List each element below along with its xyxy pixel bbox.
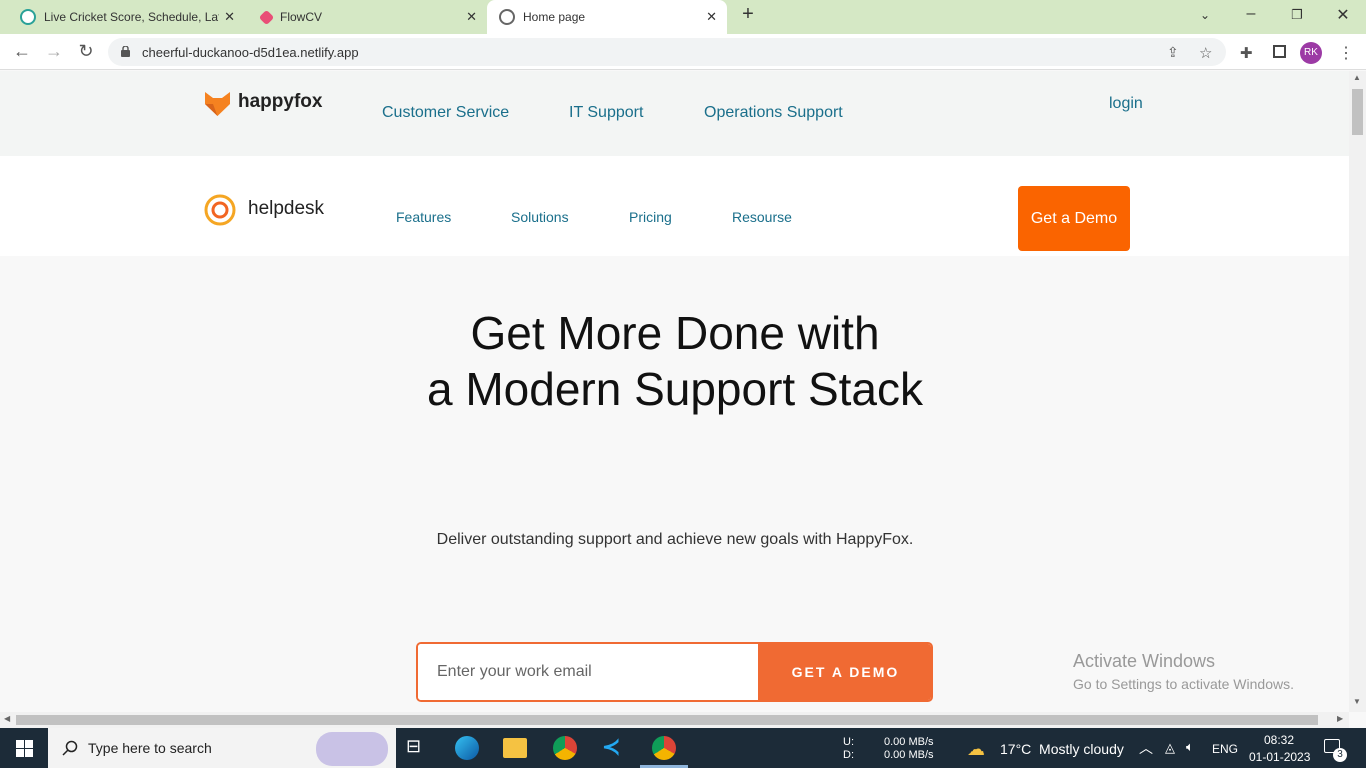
taskbar-search-box[interactable]: Type here to search (48, 728, 396, 768)
net-down-label: D: (843, 749, 854, 761)
get-a-demo-button[interactable]: Get a Demo (1018, 186, 1130, 251)
show-hidden-icons-chevron-icon[interactable]: ︿ (1139, 738, 1153, 758)
tab-cricket[interactable]: Live Cricket Score, Schedule, Late ✕ (0, 0, 245, 34)
extensions-puzzle-icon[interactable]: ✚ (1240, 44, 1253, 62)
notification-count-badge: 3 (1333, 748, 1347, 762)
restore-icon[interactable]: ❐ (1285, 7, 1309, 23)
happyfox-logo-icon (205, 92, 230, 116)
weather-text[interactable]: 17°C Mostly cloudy (1000, 741, 1124, 757)
close-tab-icon[interactable]: ✕ (706, 9, 717, 25)
get-a-demo-submit-button[interactable]: GET A DEMO (758, 644, 931, 700)
lock-icon (121, 46, 130, 57)
product-name[interactable]: helpdesk (248, 198, 324, 220)
volume-icon[interactable]: 🔈︎ (1186, 739, 1194, 755)
search-placeholder: Type here to search (88, 740, 212, 756)
hero-subtitle: Deliver outstanding support and achieve … (436, 531, 914, 548)
chrome-icon[interactable] (553, 736, 577, 760)
net-up-label: U: (843, 736, 854, 748)
work-email-input[interactable] (418, 644, 758, 700)
nav-solutions[interactable]: Solutions (511, 209, 569, 225)
tab-title: Live Cricket Score, Schedule, Late (44, 10, 219, 24)
tab-title: FlowCV (280, 10, 323, 24)
profile-avatar[interactable]: RK (1300, 42, 1322, 64)
flowcv-favicon-icon (258, 9, 275, 25)
bookmark-star-icon[interactable]: ☆ (1199, 44, 1212, 62)
chrome-profile-icon[interactable] (652, 736, 676, 760)
demo-email-form: GET A DEMO (416, 642, 933, 702)
vertical-scroll-thumb[interactable] (1352, 89, 1363, 135)
browser-tab-strip: Live Cricket Score, Schedule, Late ✕ Flo… (0, 0, 1366, 34)
forward-arrow-icon[interactable]: → (43, 41, 65, 62)
url-text[interactable]: cheerful-duckanoo-d5d1ea.netlify.app (142, 45, 359, 60)
reload-icon[interactable]: ↻ (75, 41, 97, 62)
scroll-left-arrow-icon[interactable]: ◀ (4, 714, 10, 723)
clock-time[interactable]: 08:32 (1264, 733, 1294, 747)
network-icon[interactable]: ◬ (1165, 740, 1175, 756)
edge-browser-icon[interactable] (455, 736, 479, 760)
windows-taskbar: Type here to search ⊟ ≺ U: D: 0.00 MB/s … (0, 728, 1366, 768)
file-explorer-icon[interactable] (503, 738, 527, 758)
horizontal-scrollbar[interactable]: ◀ ▶ (0, 712, 1349, 728)
tab-title: Home page (523, 10, 586, 24)
nav-resourse[interactable]: Resourse (732, 209, 792, 225)
cricbuzz-favicon-icon (20, 9, 36, 25)
scroll-down-arrow-icon[interactable]: ▼ (1353, 697, 1361, 706)
vertical-scrollbar[interactable]: ▲ ▼ (1349, 71, 1366, 712)
helpdesk-lifebuoy-logo-icon (204, 194, 236, 226)
search-highlight-illustration (316, 732, 388, 766)
net-upload-speed: 0.00 MB/s (884, 736, 934, 748)
share-icon[interactable]: ⇪ (1167, 44, 1179, 61)
scroll-right-arrow-icon[interactable]: ▶ (1337, 714, 1343, 723)
task-view-icon[interactable]: ⊟ (406, 736, 430, 760)
hero-title-line1: Get More Done with (470, 307, 880, 359)
watermark-subtitle: Go to Settings to activate Windows. (1073, 676, 1294, 692)
watermark-title: Activate Windows (1073, 651, 1216, 671)
nav-features[interactable]: Features (396, 209, 451, 225)
close-window-icon[interactable]: ✕ (1331, 5, 1355, 25)
top-navigation: happyfox Customer Service IT Support Ope… (0, 71, 1349, 156)
more-menu-icon[interactable]: ⋮ (1338, 43, 1354, 63)
back-arrow-icon[interactable]: ← (11, 41, 33, 62)
net-download-speed: 0.00 MB/s (884, 749, 934, 761)
input-language[interactable]: ENG (1212, 742, 1238, 756)
hero-title-line2: a Modern Support Stack (426, 363, 924, 415)
tab-search-chevron-icon[interactable]: ⌄ (1193, 8, 1217, 22)
hero-title: Get More Done with a Modern Support Stac… (300, 305, 1050, 417)
globe-icon (499, 9, 515, 25)
nav-customer-service[interactable]: Customer Service (382, 104, 509, 122)
nav-operations-support[interactable]: Operations Support (704, 104, 843, 122)
vscode-icon[interactable]: ≺ (602, 734, 626, 759)
close-tab-icon[interactable]: ✕ (466, 9, 477, 25)
windows-start-icon[interactable] (16, 740, 33, 757)
tab-flowcv[interactable]: FlowCV ✕ (245, 0, 487, 34)
login-link[interactable]: login (1109, 95, 1143, 113)
search-icon (62, 740, 78, 756)
brand-name[interactable]: happyfox (238, 91, 322, 113)
side-panel-icon[interactable] (1273, 45, 1286, 58)
minimize-icon[interactable]: – (1239, 5, 1263, 23)
horizontal-scroll-thumb[interactable] (16, 715, 1318, 725)
nav-pricing[interactable]: Pricing (629, 209, 672, 225)
browser-toolbar: ← → ↻ cheerful-duckanoo-d5d1ea.netlify.a… (0, 34, 1366, 70)
clock-date[interactable]: 01-01-2023 (1249, 750, 1310, 764)
scroll-up-arrow-icon[interactable]: ▲ (1353, 73, 1361, 82)
web-page: happyfox Customer Service IT Support Ope… (0, 71, 1349, 712)
tab-home-page[interactable]: Home page ✕ (487, 0, 727, 34)
new-tab-plus-icon[interactable]: + (736, 3, 760, 26)
weather-cloud-sun-icon[interactable]: ☁ (967, 739, 985, 760)
activate-windows-watermark: Activate Windows Go to Settings to activ… (1073, 651, 1294, 692)
close-tab-icon[interactable]: ✕ (224, 9, 235, 25)
nav-it-support[interactable]: IT Support (569, 104, 643, 122)
address-bar[interactable]: cheerful-duckanoo-d5d1ea.netlify.app ⇪ ☆ (108, 38, 1226, 66)
